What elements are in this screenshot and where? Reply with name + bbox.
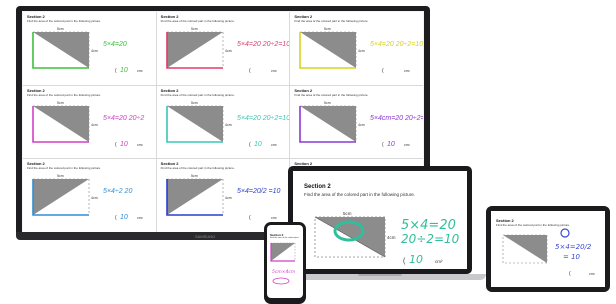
cell-drawing: 5cm 4cm 5×4=20 20÷2=10 ( cm² — [165, 27, 290, 74]
answer-unit: cm² — [404, 69, 411, 73]
svg-text:(: ( — [115, 215, 117, 221]
handwriting-note: 5cm×4cm — [272, 269, 296, 275]
worksheet-cell: Section 2 Find the area of the colored pa… — [290, 85, 423, 159]
handwriting-answer: 10 — [254, 141, 262, 148]
dim-top: 5cm — [57, 27, 64, 31]
handwriting-note: 5×4=20 — [103, 41, 127, 48]
svg-text:(: ( — [382, 68, 384, 74]
handwriting-note: 5×4=20/2 =10 — [237, 188, 281, 195]
dim-top: 5cm — [191, 27, 198, 31]
dim-top: 5cm — [324, 27, 331, 31]
gray-triangle — [33, 179, 89, 216]
handwriting-note-1: 5×4=20/2 — [555, 243, 592, 251]
handwriting-note-2: = 10 — [563, 253, 581, 261]
dim-side: 4cm — [387, 235, 396, 240]
handwriting-note: 5×4=20 20÷2 — [103, 115, 144, 122]
answer-unit: cm² — [589, 272, 596, 276]
svg-text:(: ( — [249, 68, 251, 74]
laptop-notch — [358, 274, 402, 276]
handwriting-answer: 10 — [409, 253, 423, 266]
svg-text:(: ( — [115, 68, 117, 74]
worksheet-cell: Section 2 Find the area of the colored pa… — [23, 85, 156, 159]
svg-text:(: ( — [403, 258, 406, 265]
answer-unit: cm² — [435, 259, 443, 264]
cell-drawing: 5cm 4cm 5×4=20 (10 cm² — [32, 27, 144, 74]
cell-drawing: 5cm 4cm 5×4=20 20÷2 (10 cm² — [32, 101, 144, 148]
gray-triangle — [166, 105, 223, 142]
handwriting-circle — [560, 228, 570, 238]
svg-text:(: ( — [249, 142, 251, 148]
dim-top: 5cm — [324, 101, 331, 105]
handwriting-note: 5×4cm=20 20÷2=10 — [370, 115, 423, 122]
handwriting-answer: 10 — [120, 141, 128, 148]
dim-side: 4cm — [225, 49, 232, 53]
dim-top: 5cm — [57, 174, 64, 178]
svg-text:(: ( — [569, 271, 571, 277]
svg-text:(: ( — [382, 142, 384, 148]
handwriting-note: 5×4=20 20÷2=10 — [237, 41, 290, 48]
laptop-worksheet-drawing: 5cm 4cm 5×4=20 20÷2=10 ( 10 cm² — [314, 211, 460, 266]
gray-triangle — [503, 235, 547, 263]
handwriting-answer: 10 — [387, 141, 395, 148]
dim-side: 4cm — [225, 196, 232, 200]
worksheet-cell: Section 2 Find the area of the colored pa… — [23, 159, 156, 232]
dim-side: 4cm — [358, 49, 365, 53]
cell-drawing: 5cm 4cm 5×4÷2 20 (10 cm² — [32, 174, 144, 221]
cell-drawing: 5cm 4cm 5×4=20 20÷2=10 (10 cm² — [165, 101, 290, 148]
handwriting-answer: 10 — [120, 214, 128, 221]
handwriting-note: 5×4=20 20÷2=10 — [370, 41, 423, 48]
svg-text:(: ( — [115, 142, 117, 148]
answer-unit: cm² — [137, 143, 144, 147]
svg-text:(: ( — [249, 215, 251, 221]
answer-unit: cm² — [271, 216, 278, 220]
gray-triangle — [300, 105, 357, 142]
gray-triangle — [33, 32, 89, 68]
dim-top: 5cm — [191, 174, 198, 178]
handwriting-note: 5×4=20 20÷2=10 — [237, 115, 290, 122]
gray-triangle — [166, 32, 223, 68]
answer-unit: cm² — [271, 143, 278, 147]
dim-top: 5cm — [191, 101, 198, 105]
gray-triangle — [300, 32, 357, 68]
dim-side: 4cm — [91, 196, 98, 200]
gray-triangle — [33, 105, 89, 142]
handwriting-note: 5×4÷2 20 — [103, 188, 132, 195]
tv-brand: SAMSUNG — [195, 234, 216, 239]
handwriting-answer: 10 — [120, 67, 128, 74]
cell-drawing: 5cm 4cm 5×4cm=20 20÷2=10 (10 cm² — [299, 101, 423, 148]
dim-top: 5cm — [343, 211, 352, 216]
cell-drawing: 5cm 4cm 5×4=20 20÷2=10 ( cm² — [299, 27, 423, 74]
worksheet-cell: Section 2 Find the area of the colored pa… — [290, 12, 423, 85]
dim-side: 4cm — [225, 123, 232, 127]
tablet-worksheet-drawing: 5×4=20/2 = 10 ( cm² — [502, 228, 596, 277]
answer-unit: cm² — [404, 143, 411, 147]
answer-unit: cm² — [137, 69, 144, 73]
gray-triangle — [166, 179, 223, 216]
worksheet-cell: Section 2 Find the area of the colored pa… — [156, 85, 290, 159]
phone-worksheet-drawing: 5cm×4cm — [270, 242, 296, 285]
dim-top: 5cm — [57, 101, 64, 105]
dim-side: 4cm — [91, 49, 98, 53]
handwriting-note-2: 20÷2=10 — [401, 232, 460, 246]
dim-side: 4cm — [358, 123, 365, 127]
worksheet-cell: Section 2 Find the area of the colored pa… — [156, 12, 290, 85]
answer-unit: cm² — [137, 216, 144, 220]
dim-side: 4cm — [91, 123, 98, 127]
worksheet-cell: Section 2 Find the area of the colored pa… — [23, 12, 156, 85]
answer-unit: cm² — [271, 69, 278, 73]
handwriting-note-1: 5×4=20 — [401, 218, 456, 233]
